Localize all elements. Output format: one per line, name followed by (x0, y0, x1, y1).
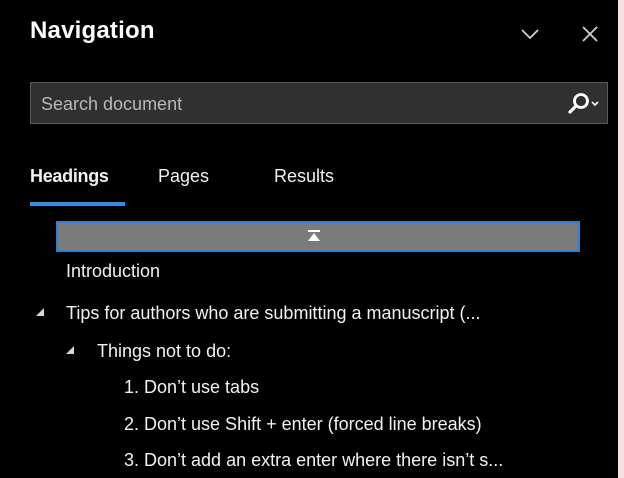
tab-headings[interactable]: Headings (30, 166, 109, 187)
heading-item[interactable]: Introduction (66, 255, 160, 287)
document-edge (618, 0, 624, 478)
collapse-triangle-icon[interactable] (34, 306, 46, 318)
tab-pages[interactable]: Pages (158, 166, 209, 187)
pane-title: Navigation (30, 17, 155, 44)
collapse-triangle-icon[interactable] (64, 344, 76, 356)
scroll-to-top-icon (308, 230, 320, 241)
heading-item[interactable]: 1. Don’t use tabs (124, 371, 259, 403)
chevron-down-icon[interactable] (516, 20, 544, 48)
search-icon (568, 93, 599, 114)
heading-item[interactable]: Things not to do: (97, 335, 231, 367)
search-options-button[interactable] (557, 89, 603, 117)
search-input[interactable] (39, 83, 543, 125)
heading-item[interactable]: Tips for authors who are submitting a ma… (66, 297, 481, 329)
search-box (30, 82, 608, 125)
heading-item[interactable]: 2. Don’t use Shift + enter (forced line … (124, 408, 482, 440)
heading-item[interactable]: 3. Don’t add an extra enter where there … (124, 444, 503, 476)
scroll-to-top-button[interactable] (56, 221, 580, 252)
tab-results[interactable]: Results (274, 166, 334, 187)
active-tab-indicator (30, 202, 125, 206)
navigation-pane: Navigation Headings Pages Results Intro (0, 0, 624, 478)
close-icon[interactable] (576, 20, 604, 48)
